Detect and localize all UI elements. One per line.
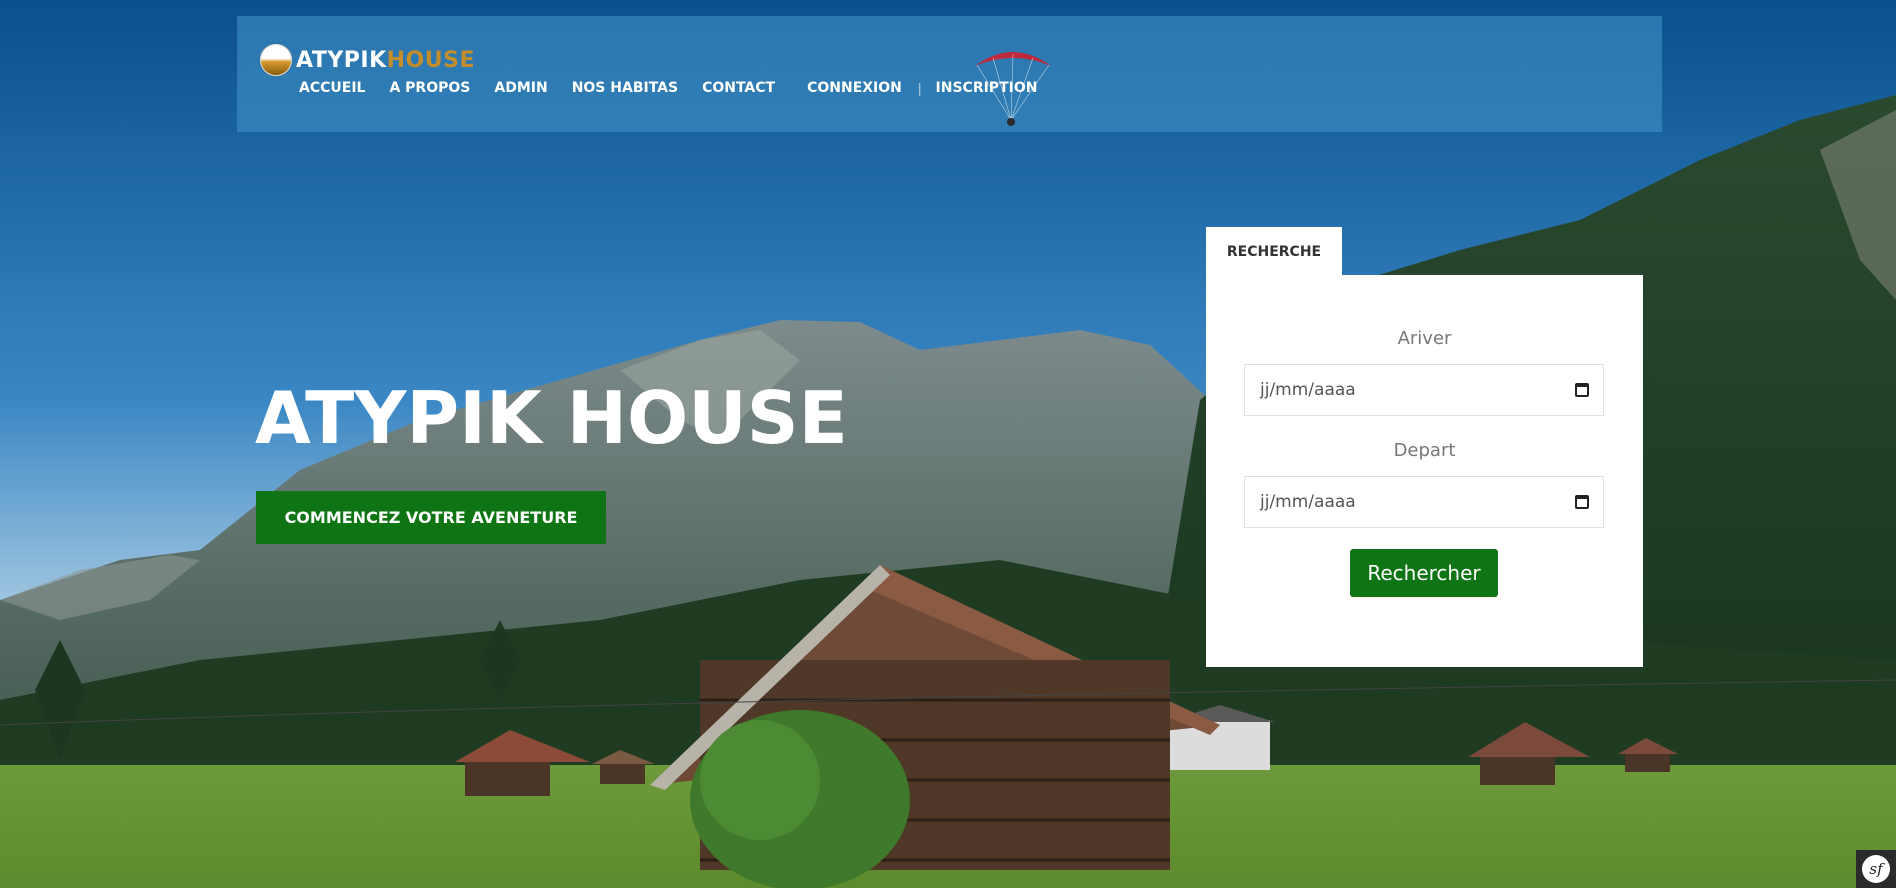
arrive-date-placeholder: jj/mm/aaaa (1260, 380, 1356, 400)
logo-icon (260, 44, 292, 76)
nav-separator: | (917, 80, 922, 96)
paraglider-icon (975, 52, 1051, 126)
search-button[interactable]: Rechercher (1350, 549, 1498, 597)
depart-date-placeholder: jj/mm/aaaa (1260, 492, 1356, 512)
tab-recherche[interactable]: RECHERCHE (1206, 227, 1342, 277)
start-adventure-button[interactable]: COMMENCEZ VOTRE AVENETURE (256, 491, 606, 544)
nav-admin[interactable]: ADMIN (494, 80, 547, 96)
arrive-date-input[interactable]: jj/mm/aaaa (1244, 364, 1604, 416)
calendar-icon[interactable] (1575, 495, 1589, 509)
brand-name: ATYPIKHOUSE (296, 47, 475, 73)
main-nav: ACCUEIL A PROPOS ADMIN NOS HABITAS CONTA… (299, 80, 1061, 96)
nav-contact[interactable]: CONTACT (702, 80, 775, 96)
nav-connexion[interactable]: CONNEXION (807, 80, 902, 96)
depart-label: Depart (1393, 440, 1456, 461)
depart-date-input[interactable]: jj/mm/aaaa (1244, 476, 1604, 528)
brand-logo[interactable]: ATYPIKHOUSE (260, 44, 475, 76)
search-panel: Ariver jj/mm/aaaa Depart jj/mm/aaaa Rech… (1206, 275, 1643, 667)
nav-nos-habitas[interactable]: NOS HABITAS (572, 80, 678, 96)
nav-accueil[interactable]: ACCUEIL (299, 80, 365, 96)
nav-a-propos[interactable]: A PROPOS (389, 80, 470, 96)
symfony-icon: sf (1862, 855, 1890, 883)
arrive-label: Ariver (1397, 328, 1452, 349)
hero-title: ATYPIK HOUSE (255, 376, 848, 460)
calendar-icon[interactable] (1575, 383, 1589, 397)
symfony-toolbar-toggle[interactable]: sf (1856, 850, 1896, 888)
site-header: ATYPIKHOUSE ACCUEIL A PROPOS ADMIN NOS H… (237, 16, 1662, 132)
